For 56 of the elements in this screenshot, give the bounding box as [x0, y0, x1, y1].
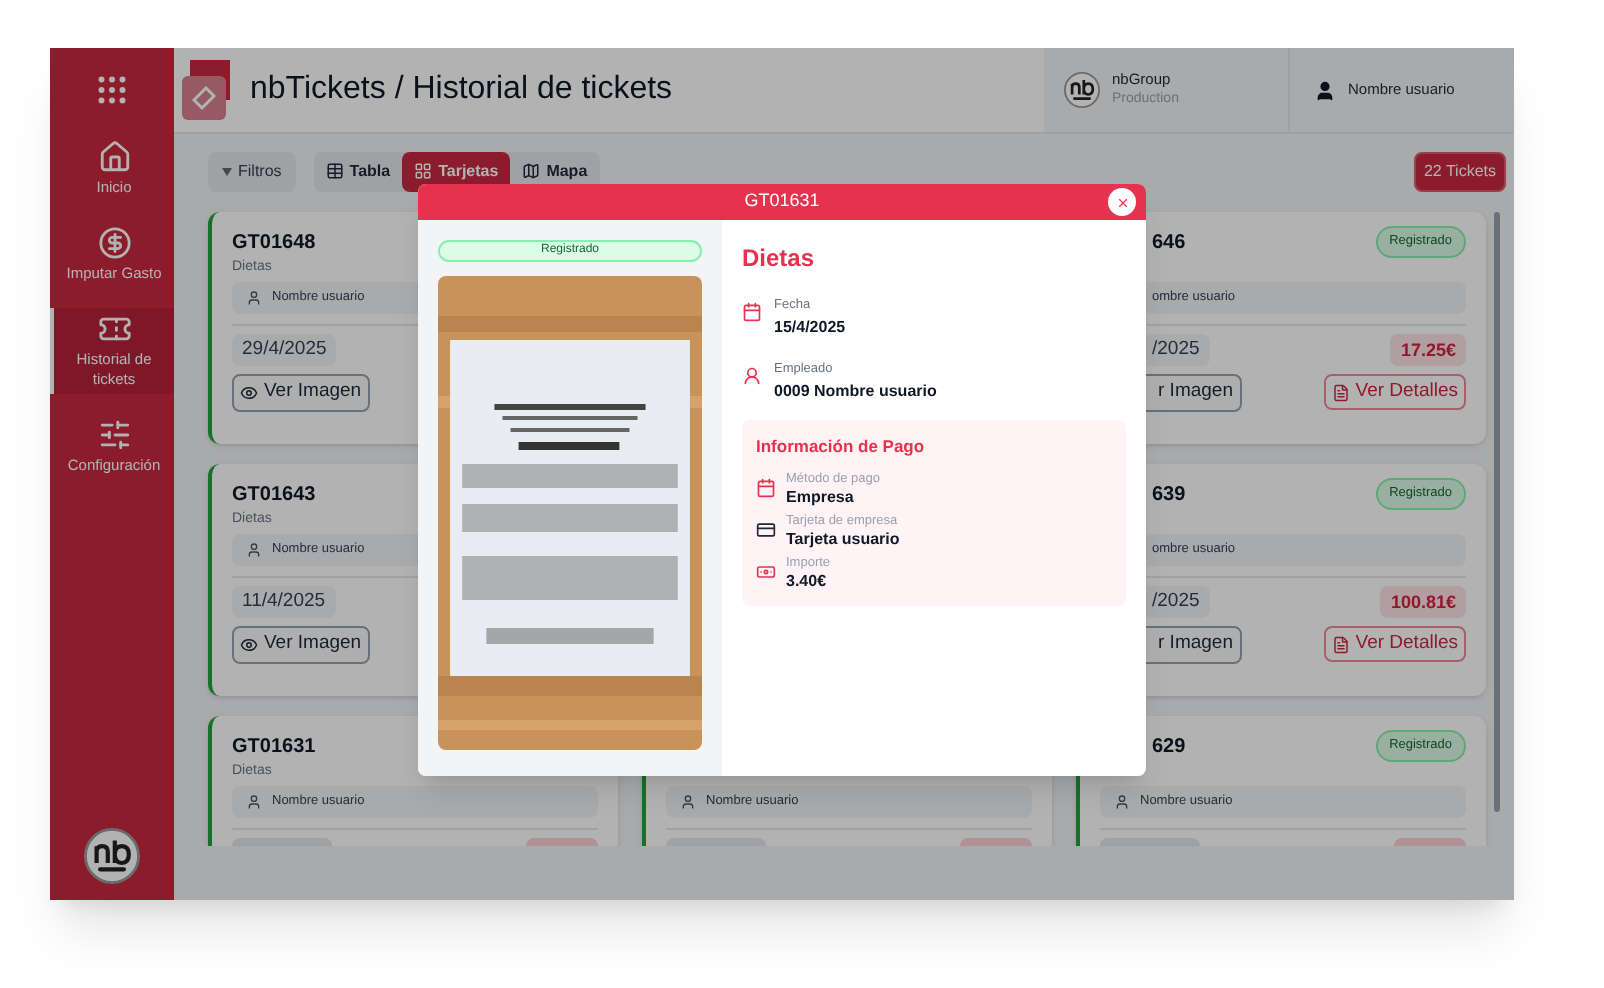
user-icon [742, 366, 762, 386]
view-tab[interactable]: Tabla [313, 151, 403, 191]
user-icon [246, 542, 262, 558]
user-icon [1314, 79, 1336, 101]
logo-icon [1064, 72, 1100, 108]
ticket-id: 639 [1150, 481, 1186, 509]
ticket-logo-icon [182, 60, 234, 120]
user-icon [246, 290, 262, 306]
ticket-id: GT01631 [232, 733, 316, 761]
price-pill: 17.25€ [1390, 334, 1466, 366]
logo-icon [84, 828, 140, 884]
map-icon [522, 162, 541, 180]
date-pill: 11/4/2025 [232, 586, 336, 618]
date-pill: 29/4/2025 [232, 334, 337, 366]
view-tab[interactable]: Mapa [510, 151, 600, 191]
payment-heading: Información de Pago [756, 434, 927, 460]
close-icon [1115, 195, 1129, 209]
page-title: nbTickets / Historial de tickets [250, 70, 673, 110]
field-value: Empresa [786, 488, 856, 508]
ticket-icon [97, 312, 131, 346]
apps-grid-icon[interactable] [94, 72, 130, 108]
sliders-icon [97, 418, 131, 452]
user-icon [1114, 794, 1130, 810]
ticket-id: 629 [1150, 733, 1186, 761]
user-icon [680, 794, 696, 810]
grid-icon [414, 162, 433, 180]
view-details-button[interactable]: Ver Detalles [1323, 626, 1466, 662]
home-icon [97, 140, 131, 174]
user-icon [246, 794, 262, 810]
eye-icon [240, 384, 258, 402]
dialog-title: GT01631 [744, 188, 820, 215]
banknote-icon [756, 562, 776, 583]
scrollbar[interactable] [1494, 212, 1500, 812]
field-value: 15/4/2025 [774, 316, 846, 338]
close-button[interactable] [1108, 188, 1136, 216]
field-value: 3.40€ [786, 572, 829, 592]
calendar-icon [742, 302, 762, 322]
eye-icon [240, 636, 258, 654]
calendar-icon [756, 478, 776, 499]
document-icon [1331, 635, 1350, 653]
field-value: Tarjeta usuario [786, 530, 900, 550]
ticket-id: GT01648 [232, 229, 316, 257]
ticket-count-badge: 22 Tickets [1413, 151, 1506, 191]
price-pill: 100.81€ [1380, 586, 1466, 618]
ticket-id: 646 [1150, 229, 1186, 257]
card-icon [756, 520, 776, 541]
category-heading: Dietas [742, 242, 817, 276]
view-details-button[interactable]: Ver Detalles [1323, 374, 1466, 410]
ticket-id: GT01643 [232, 481, 316, 509]
view-image-button[interactable]: Ver Imagen [232, 626, 370, 664]
table-icon [325, 162, 344, 180]
triangle-down-icon [222, 167, 232, 175]
filter-button[interactable]: Filtros [208, 151, 296, 191]
view-image-button[interactable]: Ver Imagen [232, 374, 370, 412]
document-icon [1331, 383, 1350, 401]
field-value: 0009 Nombre usuario [774, 380, 937, 402]
